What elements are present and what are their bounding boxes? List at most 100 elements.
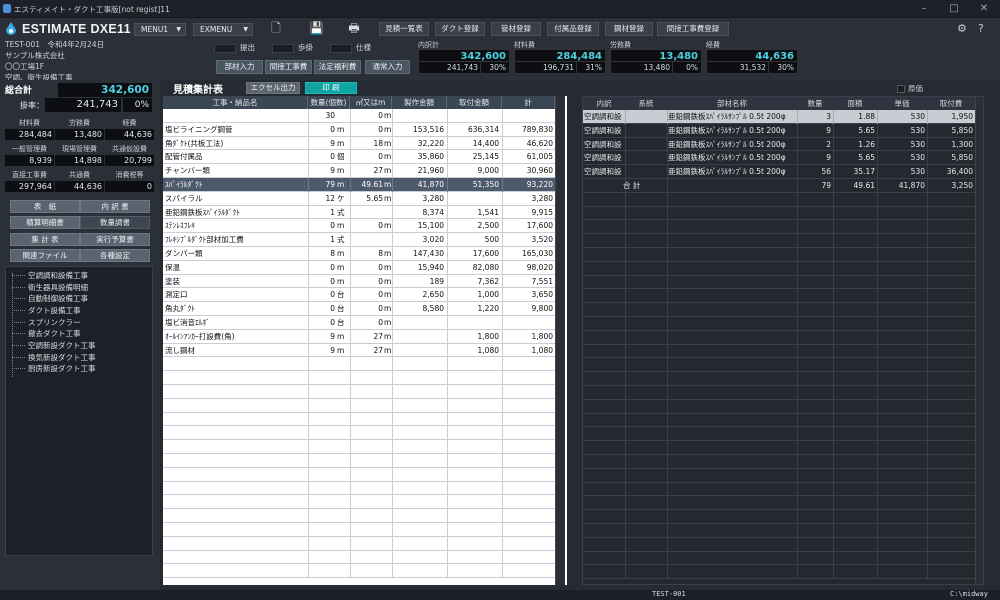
scrollbar[interactable] [555, 96, 565, 585]
table-row[interactable]: 保温 0 m 0 m 15,940 82,080 98,020 [163, 260, 555, 275]
table-row[interactable] [583, 565, 983, 580]
col-header[interactable]: 部材名称 [667, 97, 797, 110]
col-header[interactable]: ㎡又はm [350, 96, 392, 109]
indirect-cost-button[interactable]: 間接工事費 [265, 60, 312, 74]
welfare-cost-button[interactable]: 法定福利費 [314, 60, 361, 74]
table-row[interactable] [583, 551, 983, 566]
table-row[interactable]: 合 計 79 49.61 41,870 3,250 [583, 179, 983, 193]
table-row[interactable] [163, 357, 555, 372]
table-row[interactable]: 流し鋼材 9 m 27 m 1,080 1,080 [163, 343, 555, 358]
table-row[interactable] [583, 537, 983, 552]
table-row[interactable]: スパイラル 12 ケ 5.65 m 3,280 3,280 [163, 191, 555, 206]
table-row[interactable]: 配管付属品 0 個 0 m 35,860 25,145 61,005 [163, 150, 555, 165]
table-row[interactable] [163, 495, 555, 510]
maximize-icon[interactable]: □ [940, 1, 968, 17]
table-row[interactable]: 空調調和設 亜鉛鋼鉄板ｽﾊﾟｲﾗﾙｻﾝﾌﾟﾙ 0.5t 200φ 3 1.88 530 1… [583, 110, 983, 124]
print-button[interactable]: 印 刷 [305, 82, 357, 94]
summary-table-button[interactable]: 集 計 表 [10, 233, 80, 246]
new-file-icon[interactable]: 🗋 [269, 21, 283, 35]
col-header[interactable]: 面積 [833, 97, 877, 110]
table-row[interactable] [583, 399, 983, 414]
breakdown-button[interactable]: 内 訳 書 [80, 200, 150, 213]
table-row[interactable]: ﾌﾚｷｼﾌﾞﾙﾀﾞｸﾄ部材加工費 1 式 3,020 500 3,520 [163, 233, 555, 247]
tree-item[interactable]: 空調新設ダクト工事 [12, 340, 96, 351]
table-row[interactable] [583, 248, 983, 262]
quantity-button[interactable]: 数量調書 [80, 216, 150, 229]
table-row[interactable] [583, 468, 983, 483]
table-row[interactable] [583, 303, 983, 317]
related-files-button[interactable]: 関連ファイル [10, 249, 80, 262]
tree-item[interactable]: 空調調和設備工事 [12, 270, 88, 281]
table-row[interactable] [583, 496, 983, 511]
print-icon[interactable]: 🖶 [347, 21, 361, 35]
table-row[interactable] [583, 441, 983, 455]
table-row[interactable] [163, 481, 555, 496]
table-row[interactable] [583, 455, 983, 469]
table-row[interactable] [583, 344, 983, 359]
table-row[interactable] [163, 385, 555, 399]
scrollbar[interactable] [975, 97, 983, 584]
table-row[interactable]: 空調調和設 亜鉛鋼鉄板ｽﾊﾟｲﾗﾙｻﾝﾌﾟﾙ 0.5t 200φ 2 1.26 530 1… [583, 137, 983, 152]
table-row[interactable] [163, 550, 555, 565]
table-row[interactable] [583, 220, 983, 235]
table-row[interactable] [583, 510, 983, 524]
col-header[interactable]: 取付費 [927, 97, 975, 110]
cost-price-checkbox[interactable]: 原価 [897, 83, 923, 94]
table-row[interactable]: 塗装 0 m 0 m 189 7,362 7,551 [163, 274, 555, 289]
normal-input-button[interactable]: 通常入力 [365, 60, 410, 74]
col-header[interactable]: 計 [502, 96, 555, 109]
detail-button[interactable]: 積算明細書 [10, 216, 80, 229]
rate-percent[interactable]: 0% [123, 98, 152, 112]
close-icon[interactable]: ✕ [970, 1, 998, 17]
checkbox-spec[interactable]: 仕様 [330, 42, 371, 53]
tree-item[interactable]: 厨房新設ダクト工事 [12, 363, 96, 374]
col-header[interactable]: 数量(個数) [308, 96, 350, 109]
tree-item[interactable]: スプリンクラー [12, 317, 81, 328]
table-row[interactable]: 角ﾀﾞｸﾄ(共板工法) 9 m 18 m 32,220 14,400 46,620 [163, 136, 555, 151]
tree-item[interactable]: 換気新設ダクト工事 [12, 352, 96, 363]
checkbox-rate[interactable]: 歩掛 [272, 42, 313, 53]
col-header[interactable]: 単価 [877, 97, 927, 110]
accessory-register-button[interactable]: 付属品登録 [547, 22, 599, 36]
table-row[interactable]: 30 0 m [163, 109, 555, 123]
save-icon[interactable]: 💾 [309, 21, 324, 35]
indirect-cost-register-button[interactable]: 間接工事費登録 [657, 22, 729, 36]
table-row[interactable] [163, 523, 555, 537]
exmenu-dropdown[interactable]: EXMENU ▼ [193, 23, 253, 36]
table-row[interactable]: 空調調和設 亜鉛鋼鉄板ｽﾊﾟｲﾗﾙｻﾝﾌﾟﾙ 0.5t 200φ 9 5.65 530 5… [583, 123, 983, 138]
col-header[interactable]: 製作金額 [392, 96, 447, 109]
table-row[interactable] [583, 524, 983, 538]
table-row[interactable] [583, 206, 983, 221]
table-row[interactable] [163, 509, 555, 523]
budget-button[interactable]: 実行予算書 [80, 233, 150, 246]
table-row[interactable]: チャンバー類 9 m 27 m 21,960 9,000 30,960 [163, 164, 555, 178]
checkbox-submit[interactable]: 提出 [214, 42, 255, 53]
minimize-icon[interactable]: – [910, 1, 938, 17]
table-row[interactable]: 空調調和設 亜鉛鋼鉄板ｽﾊﾟｲﾗﾙｻﾝﾌﾟﾙ 0.5t 200φ 9 5.65 530 5… [583, 151, 983, 166]
table-row[interactable] [583, 372, 983, 386]
table-row[interactable]: ダンパー類 8 m 8 m 147,430 17,600 165,030 [163, 247, 555, 261]
col-header[interactable]: 数量 [797, 97, 833, 110]
col-header[interactable]: 工事・納品名 [163, 96, 308, 109]
table-row[interactable]: 空調調和設 亜鉛鋼鉄板ｽﾊﾟｲﾗﾙｻﾝﾌﾟﾙ 0.5t 200φ 56 35.17 53… [583, 165, 983, 179]
tree-item[interactable]: ダクト設備工事 [12, 305, 81, 316]
table-row[interactable] [163, 440, 555, 454]
table-row[interactable] [583, 386, 983, 400]
table-row[interactable]: ｽﾊﾟｲﾗﾙﾀﾞｸﾄ 79 m 49.61 m 41,870 51,350 93,220 [163, 178, 555, 192]
table-row[interactable] [583, 358, 983, 373]
col-header[interactable]: 系統 [625, 97, 667, 110]
table-row[interactable] [163, 564, 555, 579]
steel-register-button[interactable]: 鋼材登録 [605, 22, 653, 36]
table-row[interactable] [583, 482, 983, 497]
menu1-dropdown[interactable]: MENU1 ▼ [134, 23, 186, 36]
tree-item[interactable]: 自動制御設備工事 [12, 293, 88, 304]
tree-item[interactable]: 衛生器具設備明細 [12, 282, 88, 293]
table-row[interactable]: ｵｰﾙｲﾝｱﾝｶｰ打設費(角) 9 m 27 m 1,800 1,800 [163, 329, 555, 344]
help-icon[interactable]: ? [978, 22, 984, 35]
table-row[interactable]: 塩ビ消音ｴﾙﾎﾞ 0 台 0 m [163, 316, 555, 330]
tree-item[interactable]: 撤去ダクト工事 [12, 328, 81, 339]
col-header[interactable]: 内訳 [583, 97, 625, 110]
table-row[interactable] [583, 261, 983, 276]
gear-icon[interactable]: ⚙ [957, 22, 967, 35]
table-row[interactable] [163, 412, 555, 427]
